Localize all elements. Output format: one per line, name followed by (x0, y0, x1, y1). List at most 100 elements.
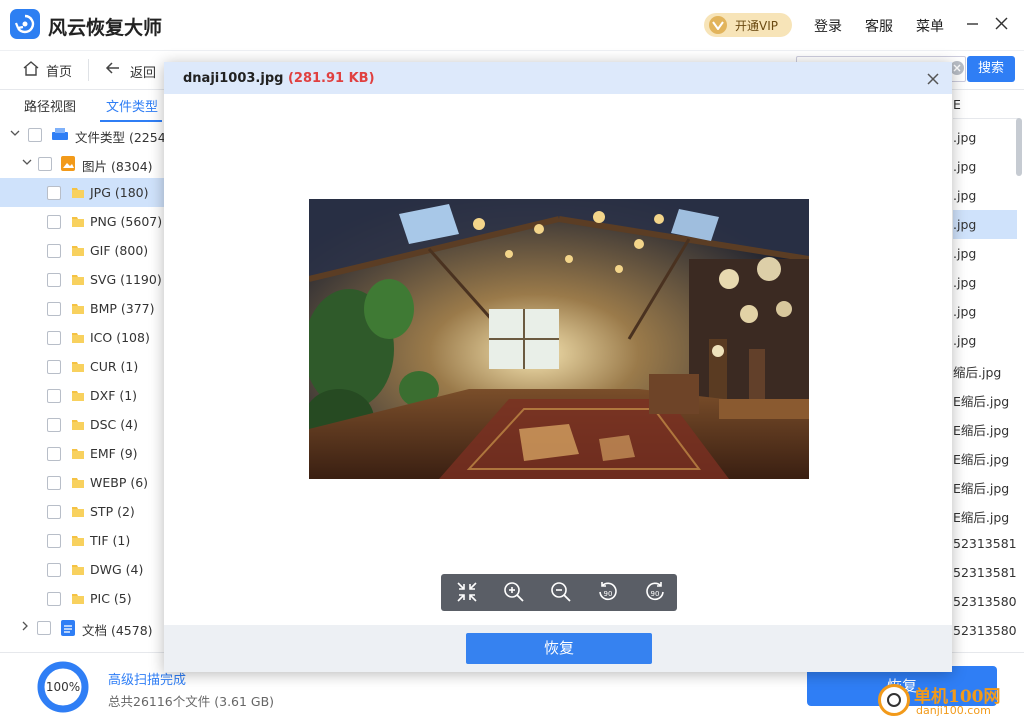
image-category-icon (61, 156, 75, 171)
checkbox[interactable] (47, 186, 61, 200)
tree-row-image-type[interactable]: PNG (5607) (0, 207, 164, 236)
checkbox[interactable] (47, 505, 61, 519)
folder-icon (71, 185, 85, 199)
scrollbar[interactable] (1016, 118, 1022, 176)
checkbox[interactable] (47, 360, 61, 374)
checkbox[interactable] (47, 389, 61, 403)
file-list-row[interactable]: .jpg (953, 181, 1017, 210)
file-list-row[interactable]: .jpg (953, 210, 1017, 239)
file-name: .jpg (953, 217, 977, 232)
rotate-left-icon[interactable]: 90 (596, 580, 620, 604)
checkbox[interactable] (28, 128, 42, 142)
checkbox[interactable] (38, 157, 52, 171)
open-vip-button[interactable]: 开通VIP (704, 13, 792, 37)
file-list-row[interactable]: .jpg (953, 123, 1017, 152)
tree-row-image-type[interactable]: WEBP (6) (0, 468, 164, 497)
tree-label: DWG (4) (90, 562, 144, 577)
tree-row-image-type[interactable]: BMP (377) (0, 294, 164, 323)
preview-recover-button[interactable]: 恢复 (466, 633, 652, 664)
file-name: E缩后.jpg (953, 452, 1010, 467)
tree-row-file-types[interactable]: 文件类型 (22546 (0, 120, 174, 149)
preview-image (309, 199, 809, 479)
rotate-right-label: 90 (651, 590, 660, 598)
checkbox[interactable] (47, 592, 61, 606)
checkbox[interactable] (47, 476, 61, 490)
file-list-row[interactable]: E缩后.jpg (953, 442, 1017, 471)
crown-icon (709, 16, 727, 34)
file-list-row[interactable]: .jpg (953, 268, 1017, 297)
file-list-row[interactable]: E缩后.jpg (953, 413, 1017, 442)
file-list-row[interactable]: E缩后.jpg (953, 384, 1017, 413)
file-list-row[interactable]: 52313581. (953, 529, 1017, 558)
tree-row-image-type[interactable]: JPG (180) (0, 178, 164, 207)
menu-link[interactable]: 菜单 (916, 16, 944, 36)
tree-row-image-type[interactable]: DSC (4) (0, 410, 164, 439)
checkbox[interactable] (47, 331, 61, 345)
clear-search-icon[interactable] (950, 61, 964, 75)
tree-label: TIF (1) (90, 533, 131, 548)
search-button[interactable]: 搜索 (967, 56, 1015, 82)
tree-row-image-type[interactable]: GIF (800) (0, 236, 164, 265)
fit-screen-icon[interactable] (455, 580, 479, 604)
checkbox[interactable] (47, 447, 61, 461)
minimize-icon[interactable] (963, 13, 983, 35)
zoom-in-icon[interactable] (502, 580, 526, 604)
chevron-down-icon[interactable] (10, 128, 20, 138)
file-list-row[interactable]: .jpg (953, 326, 1017, 355)
tree-row-image-type[interactable]: DWG (4) (0, 555, 164, 584)
file-name: .jpg (953, 130, 977, 145)
login-link[interactable]: 登录 (814, 16, 842, 36)
tree-label: ICO (108) (90, 330, 150, 345)
back-arrow-icon (105, 62, 119, 74)
tree-row-image-type[interactable]: PIC (5) (0, 584, 164, 613)
tab-file-type[interactable]: 文件类型 (106, 96, 158, 115)
checkbox[interactable] (37, 621, 51, 635)
tree-row-image-type[interactable]: SVG (1190) (0, 265, 164, 294)
tree-label: DXF (1) (90, 388, 138, 403)
file-list-row[interactable]: E缩后.jpg (953, 471, 1017, 500)
tree-row-image-type[interactable]: CUR (1) (0, 352, 164, 381)
file-list-row[interactable]: .jpg (953, 152, 1017, 181)
rotate-right-icon[interactable]: 90 (643, 580, 667, 604)
checkbox[interactable] (47, 273, 61, 287)
close-window-icon[interactable] (992, 13, 1012, 35)
chevron-right-icon[interactable] (20, 621, 30, 631)
checkbox[interactable] (47, 302, 61, 316)
folder-icon (71, 301, 85, 315)
tree-row-images[interactable]: 图片 (8304) (0, 149, 164, 178)
file-name: .jpg (953, 246, 977, 261)
checkbox[interactable] (47, 534, 61, 548)
file-list-row[interactable]: E缩后.jpg (953, 500, 1017, 529)
file-name: .jpg (953, 159, 977, 174)
tree-label: WEBP (6) (90, 475, 149, 490)
file-list-row[interactable]: 缩后.jpg (953, 355, 1017, 384)
file-list-row[interactable]: .jpg (953, 297, 1017, 326)
file-list-row[interactable]: 52313581. (953, 558, 1017, 587)
file-name: 缩后.jpg (953, 365, 1002, 380)
tree-label: STP (2) (90, 504, 135, 519)
checkbox[interactable] (47, 563, 61, 577)
file-list-row[interactable]: .jpg (953, 239, 1017, 268)
zoom-out-icon[interactable] (549, 580, 573, 604)
tree-row-image-type[interactable]: ICO (108) (0, 323, 164, 352)
tree-row-image-type[interactable]: STP (2) (0, 497, 164, 526)
tab-path-view[interactable]: 路径视图 (24, 96, 76, 115)
file-list-row[interactable]: 52313580. (953, 616, 1017, 645)
tree-row-image-type[interactable]: EMF (9) (0, 439, 164, 468)
checkbox[interactable] (47, 418, 61, 432)
folder-icon (71, 243, 85, 257)
close-icon[interactable] (926, 72, 940, 86)
tree-row-documents[interactable]: 文档 (4578) (0, 613, 164, 642)
checkbox[interactable] (47, 215, 61, 229)
customer-service-link[interactable]: 客服 (865, 16, 893, 36)
file-name: 52313581. (953, 536, 1017, 551)
file-name: E缩后.jpg (953, 510, 1010, 525)
checkbox[interactable] (47, 244, 61, 258)
file-name: E缩后.jpg (953, 394, 1010, 409)
file-list-row[interactable]: 52313580. (953, 587, 1017, 616)
tree-row-image-type[interactable]: TIF (1) (0, 526, 164, 555)
image-toolbar: 90 90 (441, 574, 677, 611)
chevron-down-icon[interactable] (22, 157, 32, 167)
file-name: .jpg (953, 188, 977, 203)
tree-row-image-type[interactable]: DXF (1) (0, 381, 164, 410)
